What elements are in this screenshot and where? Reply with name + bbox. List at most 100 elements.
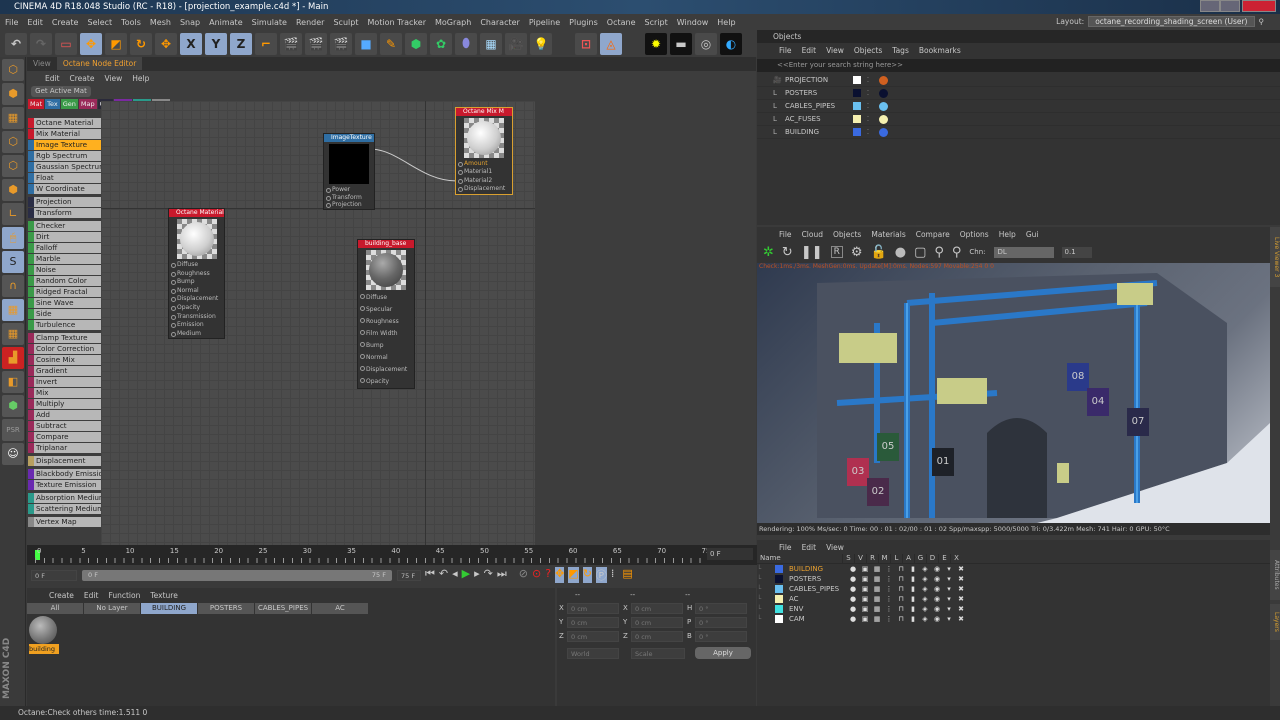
material-swatch-building[interactable]: building bbox=[29, 616, 59, 656]
octane-area-light-button[interactable]: ▬ bbox=[670, 32, 692, 55]
sculpt-icon[interactable]: ⬢ bbox=[2, 395, 24, 417]
y-axis-button[interactable]: Y bbox=[205, 32, 227, 55]
prev-frame-icon[interactable]: ◂ bbox=[452, 567, 458, 583]
node-list-item-float[interactable]: Float bbox=[28, 173, 102, 183]
node-list-item-cosine-mix[interactable]: Cosine Mix bbox=[28, 355, 102, 365]
menu-animate[interactable]: Animate bbox=[209, 18, 243, 27]
material-layer-tab-all[interactable]: All bbox=[27, 603, 83, 614]
render-toggle-icon[interactable]: ▦ bbox=[871, 575, 883, 583]
node-pin-medium[interactable]: Medium bbox=[169, 330, 224, 339]
visibility-dots[interactable]: ⁚ bbox=[861, 76, 875, 84]
material-layer-tab-building[interactable]: BUILDING bbox=[141, 603, 197, 614]
node-list-item-triplanar[interactable]: Triplanar bbox=[28, 443, 102, 453]
layer-color-swatch[interactable] bbox=[775, 575, 783, 583]
coordinate-system-button[interactable]: ⌐ bbox=[255, 32, 277, 55]
animation-toggle-icon[interactable]: ▮ bbox=[907, 605, 919, 613]
node-pin-material2[interactable]: Material2 bbox=[456, 177, 512, 185]
deformers-toggle-icon[interactable]: ◉ bbox=[931, 585, 943, 593]
polygons-mode-icon[interactable]: ⬢ bbox=[2, 179, 24, 201]
coord-value-field[interactable]: 0 cm bbox=[631, 617, 683, 628]
visible-editor-toggle-icon[interactable]: ▣ bbox=[859, 585, 871, 593]
tab-octane-node-editor[interactable]: Octane Node Editor bbox=[56, 57, 143, 70]
lv-menu-options[interactable]: Options bbox=[960, 230, 989, 239]
menu-help[interactable]: Help bbox=[132, 74, 149, 83]
node-list-item-random-color[interactable]: Random Color bbox=[28, 276, 102, 286]
node-list-item-texture-emission[interactable]: Texture Emission bbox=[28, 480, 102, 490]
layer-column-g[interactable]: G bbox=[914, 554, 926, 563]
node-list-item-octane-material[interactable]: Octane Material bbox=[28, 118, 102, 128]
key-pla-icon[interactable]: ⁞ bbox=[611, 567, 615, 583]
model-mode-icon[interactable]: ⬢ bbox=[2, 83, 24, 105]
material-menu-edit[interactable]: Edit bbox=[84, 591, 99, 600]
object-row-projection[interactable]: 🎥 PROJECTION ⁚ bbox=[757, 74, 1280, 87]
expressions-toggle-icon[interactable]: ▾ bbox=[943, 585, 955, 593]
layer-column-s[interactable]: S bbox=[842, 554, 854, 563]
lv-menu-materials[interactable]: Materials bbox=[871, 230, 905, 239]
layers-side-tab[interactable]: Layers bbox=[1270, 604, 1280, 640]
generators-toggle-icon[interactable]: ◈ bbox=[919, 615, 931, 623]
object-row-ac-fuses[interactable]: L AC_FUSES ⁚ bbox=[757, 113, 1280, 126]
layer-row-env[interactable]: └ ENV ● ▣ ▦ ⋮ ⊓ ▮ ◈ ◉ ▾ ✖ bbox=[757, 604, 1270, 614]
node-building-base[interactable]: building_base Diffuse Specular Roughness Fil… bbox=[357, 239, 415, 389]
visibility-dots[interactable]: ⁚ bbox=[861, 115, 875, 123]
node-pin-opacity[interactable]: Opacity bbox=[358, 376, 414, 388]
menu-create[interactable]: Create bbox=[70, 74, 95, 83]
node-list-item-checker[interactable]: Checker bbox=[28, 221, 102, 231]
animation-toggle-icon[interactable]: ▮ bbox=[907, 575, 919, 583]
locked-toggle-icon[interactable]: ⊓ bbox=[895, 605, 907, 613]
key-scale-icon[interactable]: ◩ bbox=[568, 567, 579, 583]
deformers-toggle-icon[interactable]: ◉ bbox=[931, 615, 943, 623]
rotate-button[interactable]: ↻ bbox=[130, 32, 152, 55]
menu-edit[interactable]: Edit bbox=[27, 18, 43, 27]
menu-edit[interactable]: Edit bbox=[45, 74, 60, 83]
menu-view[interactable]: View bbox=[104, 74, 122, 83]
layer-column-x[interactable]: X bbox=[950, 554, 962, 563]
node-list-item-blackbody-emission[interactable]: Blackbody Emission bbox=[28, 469, 102, 479]
workplane-button[interactable]: ⊡ bbox=[575, 32, 597, 55]
render-picture-viewer-button[interactable]: 🎬 bbox=[305, 32, 327, 55]
layers-icon[interactable]: ◧ bbox=[2, 371, 24, 393]
category-tab-map[interactable]: Map bbox=[78, 99, 97, 109]
deformers-toggle-icon[interactable]: ◉ bbox=[931, 605, 943, 613]
key-position-icon[interactable]: ✥ bbox=[555, 567, 565, 583]
coord-value-field[interactable]: 0 ° bbox=[695, 631, 747, 642]
maximize-button[interactable] bbox=[1220, 0, 1240, 12]
visible-editor-toggle-icon[interactable]: ▣ bbox=[859, 615, 871, 623]
menu-simulate[interactable]: Simulate bbox=[252, 18, 287, 27]
node-list-item-subtract[interactable]: Subtract bbox=[28, 421, 102, 431]
go-to-start-icon[interactable]: ⏮ bbox=[425, 567, 435, 583]
focus-pick-icon[interactable]: ⚲ bbox=[934, 245, 944, 260]
expressions-toggle-icon[interactable]: ▾ bbox=[943, 595, 955, 603]
workplane-lock-icon[interactable]: ▦ bbox=[2, 299, 24, 321]
transform-button[interactable]: ✥ bbox=[155, 32, 177, 55]
edges-mode-icon[interactable]: ⬡ bbox=[2, 155, 24, 177]
node-list-item-mix[interactable]: Mix bbox=[28, 388, 102, 398]
node-list-item-multiply[interactable]: Multiply bbox=[28, 399, 102, 409]
locked-toggle-icon[interactable]: ⊓ bbox=[895, 615, 907, 623]
region-render-icon[interactable]: R bbox=[830, 246, 843, 258]
xref-toggle-icon[interactable]: ✖ bbox=[955, 595, 967, 603]
layer-row-ac[interactable]: └ AC ● ▣ ▦ ⋮ ⊓ ▮ ◈ ◉ ▾ ✖ bbox=[757, 594, 1270, 604]
visible-editor-toggle-icon[interactable]: ▣ bbox=[859, 605, 871, 613]
coord-value-field[interactable]: 0 cm bbox=[631, 603, 683, 614]
material-layer-tab-ac[interactable]: AC bbox=[312, 603, 368, 614]
paint-icon[interactable]: ▟ bbox=[2, 347, 24, 369]
layers-menu-view[interactable]: View bbox=[826, 543, 844, 552]
node-pin-transmission[interactable]: Transmission bbox=[169, 313, 224, 322]
menu-plugins[interactable]: Plugins bbox=[569, 18, 598, 27]
animation-toggle-icon[interactable]: ▮ bbox=[907, 565, 919, 573]
generators-toggle-icon[interactable]: ◈ bbox=[919, 605, 931, 613]
animation-toggle-icon[interactable]: ▮ bbox=[907, 585, 919, 593]
layer-column-e[interactable]: E bbox=[938, 554, 950, 563]
record-keys-icon[interactable]: ⊘ bbox=[519, 567, 528, 583]
manager-toggle-icon[interactable]: ⋮ bbox=[883, 595, 895, 603]
animation-toggle-icon[interactable]: ▮ bbox=[907, 595, 919, 603]
object-row-posters[interactable]: L POSTERS ⁚ bbox=[757, 87, 1280, 100]
node-pin-roughness[interactable]: Roughness bbox=[169, 270, 224, 279]
node-list-item-absorption-medium[interactable]: Absorption Medium bbox=[28, 493, 102, 503]
end-frame-field[interactable]: 75 F bbox=[397, 570, 421, 581]
menu-create[interactable]: Create bbox=[52, 18, 79, 27]
generators-toggle-icon[interactable]: ◈ bbox=[919, 565, 931, 573]
material-layer-tab-cables-pipes[interactable]: CABLES_PIPES bbox=[255, 603, 311, 614]
node-pin-specular[interactable]: Specular bbox=[358, 304, 414, 316]
